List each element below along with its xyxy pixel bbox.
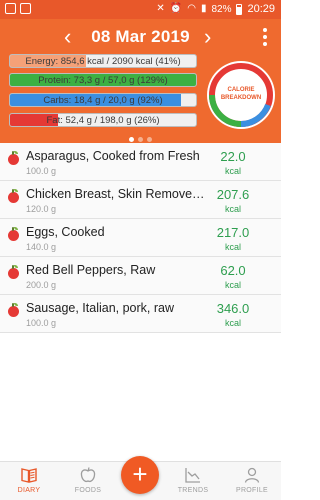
add-food-button[interactable]: + [121,456,159,494]
food-quantity: 140.0 g [26,242,57,252]
fat-label: Fat: 52,4 g / 198,0 g (26%) [46,115,160,126]
food-name: Asparagus, Cooked from Fresh [26,149,200,163]
food-quantity: 100.0 g [26,318,57,328]
food-name: Sausage, Italian, pork, raw [26,301,174,315]
food-row[interactable]: Sausage, Italian, pork, raw 100.0 g 346.… [0,295,281,333]
mute-icon: ✕ [156,3,165,14]
food-kcal: 62.0 [220,263,246,278]
fat-bar: Fat: 52,4 g / 198,0 g (26%) [9,113,197,127]
diary-header: ‹ 08 Mar 2019 › Energy: 854,6 kcal / 209… [0,19,281,143]
date-row: ‹ 08 Mar 2019 › [0,25,281,51]
food-row[interactable]: Red Bell Peppers, Raw 200.0 g 62.0 kcal [0,257,281,295]
nav-diary[interactable]: DIARY [4,466,54,494]
page-dot [147,137,152,142]
apple-icon [8,265,19,279]
food-name: Red Bell Peppers, Raw [26,263,156,277]
food-kcal: 22.0 [220,149,246,164]
apple-outline-icon [80,467,96,483]
page-dot [129,137,134,142]
diary-icon [21,468,37,483]
food-kcal: 207.6 [216,187,250,202]
food-name: Chicken Breast, Skin Removed ... [26,187,208,201]
more-vertical-icon[interactable] [263,28,269,46]
image-notification-icon [5,3,16,14]
clock: 20:29 [247,3,275,15]
chevron-right-icon[interactable]: › [204,25,211,49]
food-row[interactable]: Eggs, Cooked 140.0 g 217.0 kcal [0,219,281,257]
food-kcal: 217.0 [216,225,250,240]
page-dot [138,137,143,142]
nav-diary-label: DIARY [17,487,41,494]
signal-icon: ▮ [200,3,207,14]
food-quantity: 120.0 g [26,204,57,214]
kcal-unit: kcal [224,166,241,176]
food-row[interactable]: Chicken Breast, Skin Removed ... 120.0 g… [0,181,281,219]
date-title[interactable]: 08 Mar 2019 [0,27,281,47]
food-quantity: 100.0 g [26,166,57,176]
kcal-unit: kcal [224,280,241,290]
calorie-breakdown-chart[interactable]: CALORIE BREAKDOWN [205,59,277,131]
nav-profile-label: PROFILE [235,487,269,494]
nav-trends[interactable]: TRENDS [168,466,218,494]
profile-icon [244,467,260,483]
kcal-unit: kcal [224,242,241,252]
carbs-label: Carbs: 18,4 g / 20,0 g (92%) [43,95,163,106]
nav-trends-label: TRENDS [177,487,209,494]
calorie-breakdown-line2: BREAKDOWN [220,95,262,101]
food-row[interactable]: Asparagus, Cooked from Fresh 100.0 g 22.… [0,143,281,181]
food-kcal: 346.0 [216,301,250,316]
calorie-breakdown-label: CALORIE BREAKDOWN [205,86,277,102]
gallery-notification-icon [20,3,31,14]
trends-icon [185,468,200,483]
apple-icon [8,151,19,165]
wifi-icon: ◠ [187,3,196,14]
food-list: Asparagus, Cooked from Fresh 100.0 g 22.… [0,143,281,333]
battery-percent: 82% [211,3,232,15]
apple-icon [8,189,19,203]
apple-icon [8,227,19,241]
nav-foods[interactable]: FOODS [63,466,113,494]
food-quantity: 200.0 g [26,280,57,290]
kcal-unit: kcal [224,204,241,214]
food-name: Eggs, Cooked [26,225,105,239]
energy-bar: Energy: 854,6 kcal / 2090 kcal (41%) [9,54,197,68]
alarm-icon: ⏰ [169,3,183,14]
apple-icon [8,303,19,317]
status-bar: ✕ ⏰ ◠ ▮ 82% 20:29 [0,0,281,19]
energy-label: Energy: 854,6 kcal / 2090 kcal (41%) [25,56,181,67]
calorie-breakdown-line1: CALORIE [227,87,255,93]
protein-bar: Protein: 73,3 g / 57,0 g (129%) [9,73,197,87]
protein-label: Protein: 73,3 g / 57,0 g (129%) [38,75,168,86]
carbs-bar: Carbs: 18,4 g / 20,0 g (92%) [9,93,197,107]
nav-foods-label: FOODS [74,487,102,494]
nav-profile[interactable]: PROFILE [227,466,277,494]
kcal-unit: kcal [224,318,241,328]
battery-icon [236,3,243,15]
